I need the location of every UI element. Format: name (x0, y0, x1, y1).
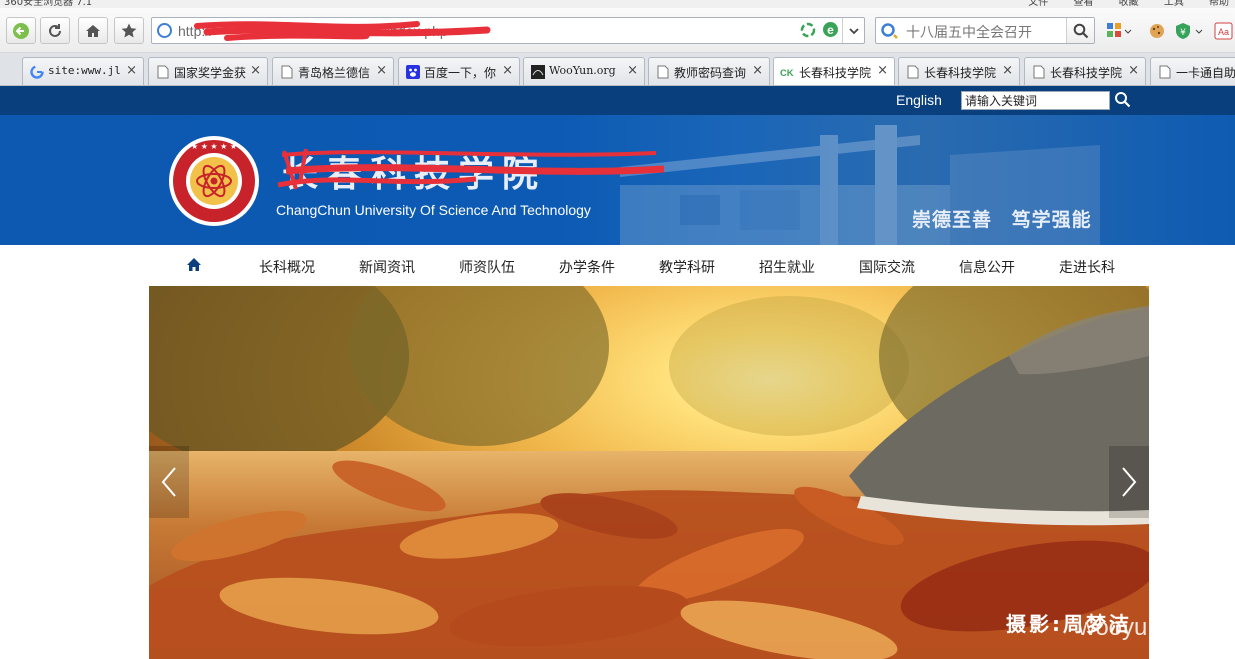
svg-text:¥: ¥ (1180, 28, 1186, 38)
site-info-icon[interactable] (157, 23, 172, 38)
tab-close-button[interactable]: × (502, 63, 513, 78)
chevron-right-icon (1122, 467, 1137, 497)
svg-text:Aa: Aa (1218, 27, 1229, 37)
tab-2[interactable]: 青岛格兰德信 × (272, 57, 394, 85)
google-icon (29, 64, 44, 79)
university-crest-logo: ★ ★ ★ ★ ★ (169, 136, 259, 226)
page-icon (155, 64, 170, 79)
slider-next-button[interactable] (1109, 446, 1149, 518)
browser-search-bar[interactable]: 十八届五中全会召开 (875, 17, 1095, 44)
page-icon (905, 64, 920, 79)
address-bar[interactable]: http:///index.php e (151, 17, 865, 44)
browser-title: 360安全浏览器 7.1 (4, 0, 93, 8)
tab-close-button[interactable]: × (752, 63, 763, 78)
refresh-icon (49, 23, 61, 37)
compat-mode-icon[interactable] (800, 22, 816, 38)
tab-6-active[interactable]: CK 长春科技学院 × (773, 57, 895, 85)
star-icon (121, 23, 137, 37)
nav-home-icon[interactable] (186, 257, 202, 272)
url-redaction-scribble (194, 21, 491, 41)
ie-mode-icon[interactable]: e (822, 21, 839, 38)
wooyun-watermark: wooyun.org (1078, 614, 1203, 641)
nav-item-about[interactable]: 走进长科 (1059, 257, 1115, 277)
back-button[interactable] (6, 17, 36, 44)
site-top-bar: English (0, 86, 1235, 115)
wooyun-icon (530, 64, 545, 79)
nav-item-news[interactable]: 新闻资讯 (359, 257, 415, 277)
favorites-button[interactable] (114, 17, 144, 44)
tab-close-button[interactable]: × (1002, 63, 1013, 78)
main-nav: 长科概况 新闻资讯 师资队伍 办学条件 教学科研 招生就业 国际交流 信息公开 … (0, 245, 1235, 286)
school-motto: 崇德至善 笃学强能 (912, 209, 1092, 231)
tab-1[interactable]: 国家奖学金获 × (148, 57, 268, 85)
site-search-input[interactable] (961, 91, 1110, 110)
browser-title-strip: 360安全浏览器 7.1 文件 查看 收藏 工具 帮助 (0, 0, 1235, 8)
address-dropdown-button[interactable] (842, 18, 865, 43)
search-engine-icon[interactable] (880, 22, 900, 40)
web-page: English ★ ★ ★ ★ ★ 长春科技学院 (0, 86, 1235, 659)
site-search-icon[interactable] (1114, 91, 1131, 108)
school-name-redaction (277, 148, 665, 190)
nav-item-admissions[interactable]: 招生就业 (759, 257, 815, 277)
sneaker-shape (849, 306, 1149, 526)
school-name-en: ChangChun University Of Science And Tech… (276, 202, 591, 218)
security-shield-icon[interactable]: ¥ (1174, 22, 1204, 40)
back-arrow-icon (13, 22, 29, 39)
search-icon (1073, 23, 1088, 38)
refresh-button[interactable] (40, 17, 70, 44)
nav-item-international[interactable]: 国际交流 (859, 257, 915, 277)
tab-close-button[interactable]: × (126, 63, 137, 78)
baidu-icon (405, 64, 420, 79)
tab-close-button[interactable]: × (376, 63, 387, 78)
page-icon (279, 64, 294, 79)
slider-prev-button[interactable] (149, 446, 189, 518)
svg-text:e: e (827, 23, 834, 37)
home-icon (86, 24, 100, 37)
svg-text:★ ★ ★ ★ ★: ★ ★ ★ ★ ★ (191, 142, 237, 151)
browser-menu-bar[interactable]: 文件 查看 收藏 工具 帮助 (1028, 0, 1229, 8)
reader-icon[interactable]: Aa (1214, 22, 1234, 40)
tab-3[interactable]: 百度一下，你 × (398, 57, 520, 85)
browser-search-button[interactable] (1066, 18, 1094, 43)
cookie-icon[interactable] (1148, 22, 1166, 40)
tab-close-button[interactable]: × (627, 63, 638, 78)
tab-bar: site:www.jl × 国家奖学金获 × 青岛格兰德信 × 百度一下，你 ×… (0, 53, 1235, 86)
tab-7[interactable]: 长春科技学院 × (898, 57, 1020, 85)
nav-item-research[interactable]: 教学科研 (659, 257, 715, 277)
page-icon (1031, 64, 1046, 79)
tab-9[interactable]: 一卡通自助 (1150, 57, 1235, 85)
english-link[interactable]: English (896, 92, 942, 108)
nav-item-overview[interactable]: 长科概况 (259, 257, 315, 277)
chevron-left-icon (161, 467, 176, 497)
tab-close-button[interactable]: × (1128, 63, 1139, 78)
app-grid-icon[interactable] (1106, 22, 1132, 40)
tab-5[interactable]: 教师密码查询 × (648, 57, 770, 85)
chevron-down-icon (849, 27, 859, 34)
browser-search-query[interactable]: 十八届五中全会召开 (906, 22, 1032, 42)
tab-4[interactable]: WooYun.org × (523, 57, 645, 85)
page-icon (655, 64, 670, 79)
slider-leaves-photo (149, 306, 1149, 659)
tab-close-button[interactable]: × (250, 63, 261, 78)
nav-item-faculty[interactable]: 师资队伍 (459, 257, 515, 277)
hero-slider: 摄影:周梦洁 (149, 286, 1149, 659)
tab-8[interactable]: 长春科技学院 × (1024, 57, 1146, 85)
nav-item-public-info[interactable]: 信息公开 (959, 257, 1015, 277)
nav-item-facilities[interactable]: 办学条件 (559, 257, 615, 277)
browser-toolbar: http:///index.php e 十八届五中全会召开 ¥ Aa (0, 8, 1235, 53)
ck-site-icon: CK (780, 64, 795, 79)
svg-text:CK: CK (780, 67, 794, 77)
home-button[interactable] (78, 17, 108, 44)
site-header-banner: ★ ★ ★ ★ ★ 长春科技学院 ChangChun University Of… (0, 115, 1235, 245)
page-icon (1157, 64, 1172, 79)
tab-0[interactable]: site:www.jl × (22, 57, 144, 85)
tab-close-button[interactable]: × (877, 63, 888, 78)
